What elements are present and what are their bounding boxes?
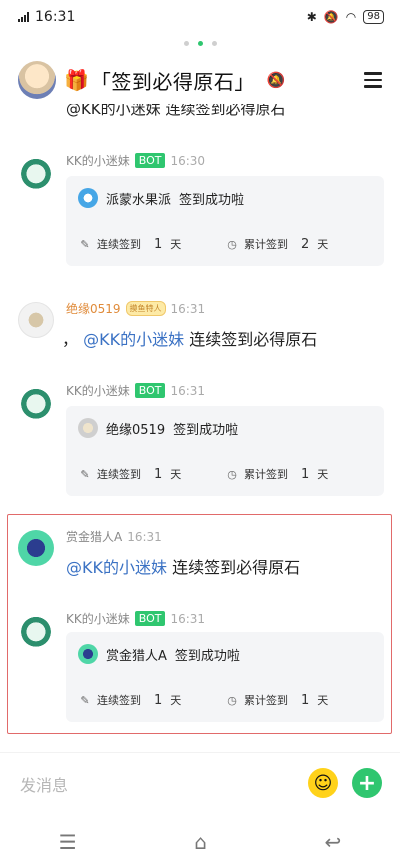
stat-label: 连续签到 [97,468,141,481]
system-nav-bar: ☰ ⌂ ↩ [0,818,400,866]
card-user: 赏金猎人A [106,648,167,664]
pencil-icon: ✎ [80,237,90,251]
server-avatar[interactable] [18,61,56,99]
sender-name[interactable]: KK的小迷妹 [66,610,130,627]
sender-name[interactable]: 绝缘0519 [66,300,121,317]
card-user: 绝缘0519 [106,422,166,438]
card-user: 派蒙水果派 [106,192,172,208]
mention-link[interactable]: @KK的小迷妹 [83,330,184,349]
total-stat: ◷ 累计签到 1 天 [225,692,372,708]
message-time: 16:31 [170,383,206,398]
clock-icon: ◷ [227,693,237,707]
stat-label: 连续签到 [97,238,141,251]
add-button[interactable]: + [352,768,382,798]
card-avatar [78,644,98,664]
channel-title: 「签到必得原石」 [90,69,255,94]
avatar[interactable] [18,612,54,648]
battery-indicator: 98 [363,10,384,24]
sender-name[interactable]: KK的小迷妹 [66,152,130,169]
message-time: 16:31 [170,611,206,626]
message-prefix: ， [62,330,79,349]
message-text: 连续签到必得原石 [172,558,301,577]
card-action: 签到成功啦 [174,648,240,664]
plus-icon: + [357,770,377,796]
card-action: 签到成功啦 [179,192,245,208]
emoji-button[interactable]: ☺ [308,768,338,798]
stat-value: 1 [154,466,163,482]
bot-badge: BOT [134,611,166,626]
back-nav-icon[interactable]: ↩ [324,830,341,854]
message-input-bar: 发消息 ☺ + [0,752,400,814]
message-time: 16:31 [127,529,162,544]
bot-badge: BOT [134,383,166,398]
message-time: 16:31 [170,301,206,316]
card-action: 签到成功啦 [173,422,239,438]
status-time: 16:31 [35,9,76,25]
user-badge: 摸鱼特人 [125,301,166,316]
total-stat: ◷ 累计签到 2 天 [225,236,372,252]
menu-nav-icon[interactable]: ☰ [59,830,77,854]
stat-label: 累计签到 [244,694,288,707]
avatar[interactable] [18,302,54,338]
streak-stat: ✎ 连续签到 1 天 [78,466,225,482]
stat-unit: 天 [317,468,329,481]
avatar[interactable] [18,154,54,190]
stat-unit: 天 [317,238,329,251]
message-body: ， @KK的小迷妹 连续签到必得原石 [62,326,317,350]
mention-link[interactable]: @KK的小迷妹 [66,558,167,577]
sender-name[interactable]: KK的小迷妹 [66,382,130,399]
checkin-card: 派蒙水果派 签到成功啦 ✎ 连续签到 1 天 ◷ 累计签到 2 天 [66,176,384,266]
stat-unit: 天 [170,468,182,481]
streak-stat: ✎ 连续签到 1 天 [78,692,225,708]
stat-value: 1 [154,236,163,252]
gift-icon: 🎁 [64,68,89,92]
stat-value: 1 [301,692,310,708]
streak-stat: ✎ 连续签到 1 天 [78,236,225,252]
stat-value: 2 [301,236,310,252]
stat-label: 连续签到 [97,694,141,707]
stat-unit: 天 [170,238,182,251]
avatar[interactable] [18,530,54,566]
message-input[interactable]: 发消息 [20,772,68,796]
message-time: 16:30 [170,153,206,168]
bot-badge: BOT [134,153,166,168]
menu-icon[interactable] [364,72,382,88]
stat-label: 累计签到 [244,238,288,251]
clock-icon: ◷ [227,237,237,251]
card-avatar [78,418,98,438]
stat-value: 1 [301,466,310,482]
mute-icon: 🔕 [266,71,286,89]
wifi-icon: ◠ [345,10,357,24]
stat-unit: 天 [170,694,182,707]
chat-list[interactable]: @KK的小迷妹 连续签到必得原石 KK的小迷妹 BOT 16:30 派蒙水果派 … [0,100,400,742]
checkin-card: 赏金猎人A 签到成功啦 ✎ 连续签到 1 天 ◷ 累计签到 1 天 [66,632,384,722]
checkin-card: 绝缘0519 签到成功啦 ✎ 连续签到 1 天 ◷ 累计签到 1 天 [66,406,384,496]
home-nav-icon[interactable]: ⌂ [194,830,207,854]
pencil-icon: ✎ [80,693,90,707]
channel-header: 🎁 「签到必得原石」 🔕 [0,56,400,104]
stat-value: 1 [154,692,163,708]
card-avatar [78,188,98,208]
page-indicator [0,41,400,46]
smiley-icon: ☺ [313,772,333,794]
clock-icon: ◷ [227,467,237,481]
total-stat: ◷ 累计签到 1 天 [225,466,372,482]
mute-status-icon: 🔕 [323,10,339,24]
sender-name[interactable]: 赏金猎人A [66,528,122,545]
stat-label: 累计签到 [244,468,288,481]
signal-icon [18,12,29,22]
status-bar: 16:31 ✱ 🔕 ◠ 98 [0,0,400,34]
message-body: @KK的小迷妹 连续签到必得原石 [66,554,300,578]
stat-unit: 天 [317,694,329,707]
avatar[interactable] [18,384,54,420]
bluetooth-icon: ✱ [306,10,317,24]
message-text: 连续签到必得原石 [189,330,318,349]
pencil-icon: ✎ [80,467,90,481]
